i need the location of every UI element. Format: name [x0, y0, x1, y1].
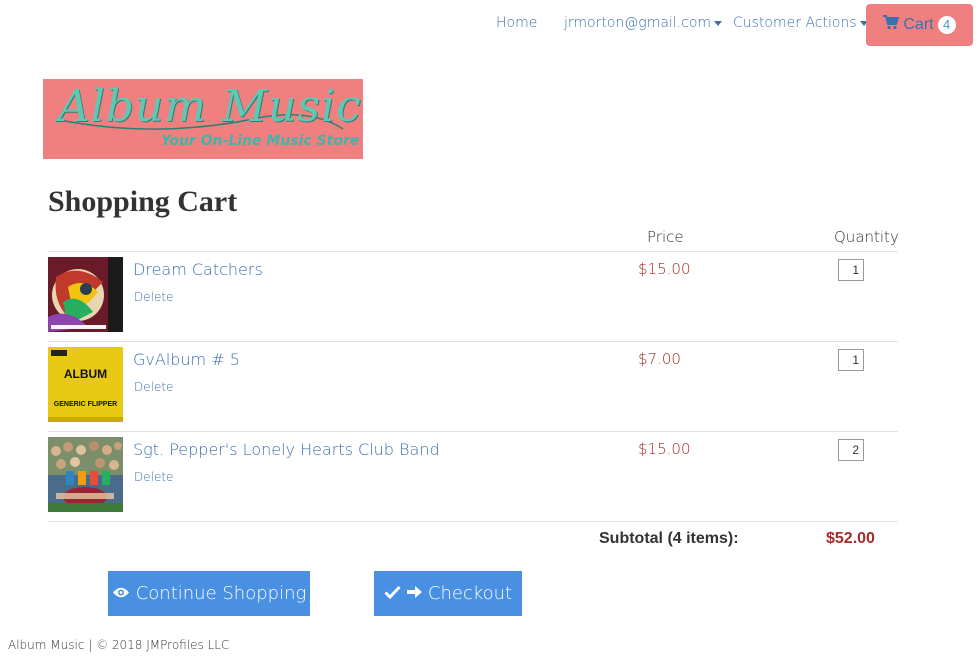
item-price: $7.00 [638, 350, 681, 368]
footer-text: Album Music | © 2018 JMProfiles LLC [8, 638, 230, 652]
eye-icon [112, 583, 136, 604]
quantity-input[interactable] [838, 439, 864, 461]
logo-tagline: Your On-Line Music Store [161, 133, 360, 149]
caret-down-icon [714, 20, 723, 26]
nav-customer-actions-dropdown[interactable]: Customer Actions [733, 15, 868, 31]
continue-shopping-label: Continue Shopping [135, 583, 307, 604]
subtotal-label: Subtotal (4 items): [599, 530, 739, 547]
album-art-sgt-pepper[interactable] [48, 437, 123, 512]
album-music-logo[interactable]: Album Music Your On-Line Music Store [43, 79, 363, 159]
nav-customer-actions-label: Customer Actions [733, 15, 857, 31]
subtotal-value: $52.00 [826, 530, 875, 547]
quantity-input[interactable] [838, 259, 864, 281]
item-title-link[interactable]: GvAlbum # 5 [133, 350, 240, 369]
checkout-button[interactable]: Checkout [374, 571, 522, 616]
continue-shopping-button[interactable]: Continue Shopping [108, 571, 310, 616]
album-art-dream-catchers[interactable] [48, 257, 123, 332]
album-art-gvalbum-5[interactable]: ALBUM GENERIC FLIPPER [48, 347, 123, 422]
quantity-input[interactable] [838, 349, 864, 371]
album-art-subtext: GENERIC FLIPPER [53, 401, 118, 408]
item-price: $15.00 [638, 440, 691, 458]
price-column-header: Price [647, 228, 684, 246]
delete-link[interactable]: Delete [134, 470, 173, 484]
delete-link[interactable]: Delete [134, 290, 173, 304]
nav-user-dropdown[interactable]: jrmorton@gmail.com [564, 15, 723, 31]
cart-label: Cart [903, 16, 934, 33]
cart-button[interactable]: Cart 4 [866, 4, 973, 46]
item-title-link[interactable]: Dream Catchers [133, 260, 263, 279]
shopping-cart-icon [883, 15, 900, 35]
check-icon [384, 583, 407, 604]
cart-row: Dream Catchers Delete $15.00 [48, 251, 898, 341]
divider [48, 521, 898, 522]
checkout-label: Checkout [427, 583, 513, 604]
cart-count-badge: 4 [937, 16, 956, 34]
top-navbar: Home jrmorton@gmail.com Customer Actions… [0, 0, 979, 48]
quantity-column-header: Quantity [834, 228, 899, 246]
item-title-link[interactable]: Sgt. Pepper's Lonely Hearts Club Band [133, 440, 440, 459]
item-price: $15.00 [638, 260, 691, 278]
arrow-right-icon [406, 583, 428, 604]
delete-link[interactable]: Delete [134, 380, 173, 394]
album-art-text: ALBUM [63, 367, 108, 381]
logo-script-text: Album Music [58, 81, 362, 132]
nav-home-link[interactable]: Home [496, 15, 537, 31]
nav-user-label: jrmorton@gmail.com [564, 15, 712, 31]
cart-row: ALBUM GENERIC FLIPPER GvAlbum # 5 Delete… [48, 341, 898, 431]
page-title: Shopping Cart [48, 185, 238, 218]
cart-row: Sgt. Pepper's Lonely Hearts Club Band De… [48, 431, 898, 521]
